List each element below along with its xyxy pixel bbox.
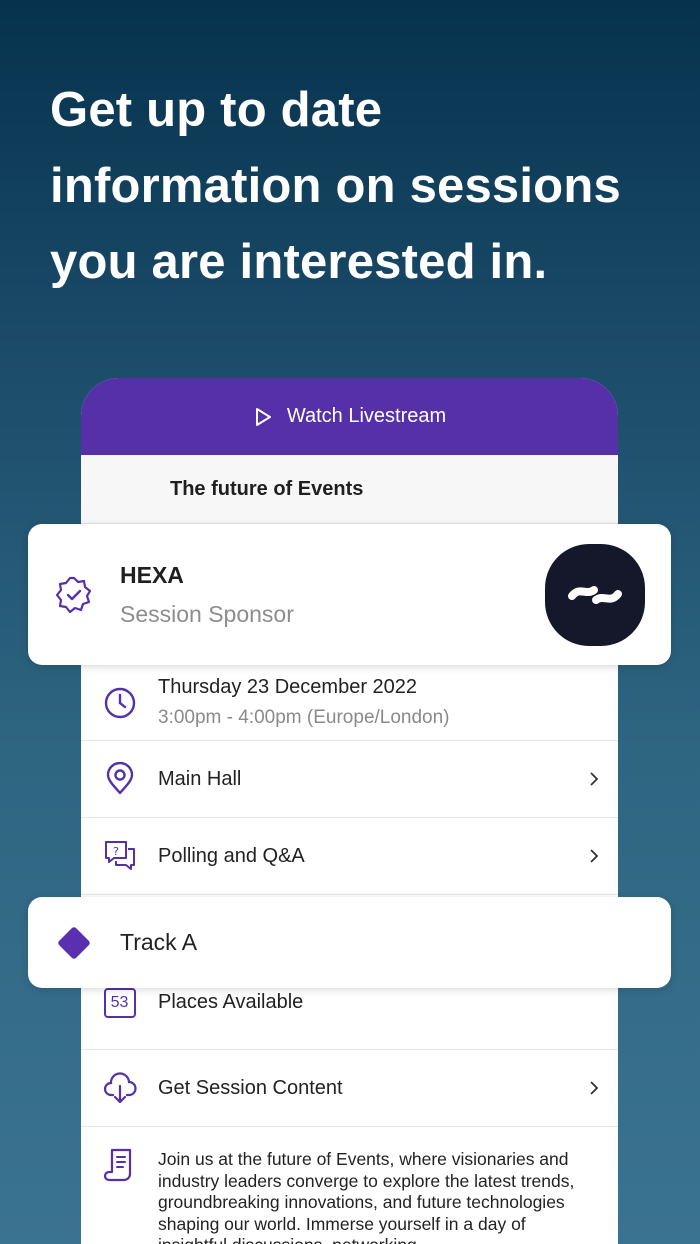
headline: Get up to date information on sessions y… bbox=[50, 72, 660, 300]
session-title: The future of Events bbox=[81, 455, 618, 524]
location-label: Main Hall bbox=[158, 767, 242, 790]
track-label: Track A bbox=[120, 929, 198, 955]
sponsor-role: Session Sponsor bbox=[120, 600, 294, 627]
play-icon bbox=[255, 407, 271, 426]
svg-text:?: ? bbox=[113, 845, 119, 858]
chat-question-icon: ? bbox=[104, 841, 135, 870]
clock-icon bbox=[104, 687, 135, 718]
session-content-label: Get Session Content bbox=[158, 1076, 343, 1099]
polling-label: Polling and Q&A bbox=[158, 844, 305, 867]
document-icon bbox=[103, 1148, 131, 1182]
verified-badge-icon bbox=[55, 576, 92, 613]
headline-line-2: information on sessions bbox=[50, 159, 621, 213]
session-date: Thursday 23 December 2022 bbox=[158, 676, 418, 698]
description-row: Join us at the future of Events, where v… bbox=[81, 1127, 618, 1244]
chevron-right-icon bbox=[590, 1081, 599, 1095]
track-card[interactable]: Track A bbox=[28, 897, 671, 988]
session-description: Join us at the future of Events, where v… bbox=[158, 1149, 575, 1244]
sponsor-logo bbox=[545, 544, 645, 646]
chevron-right-icon bbox=[590, 772, 599, 786]
headline-line-1: Get up to date bbox=[50, 83, 383, 137]
sponsor-card[interactable]: HEXA Session Sponsor bbox=[28, 524, 671, 665]
chevron-right-icon bbox=[590, 849, 599, 863]
session-content-row[interactable]: Get Session Content bbox=[81, 1050, 618, 1127]
watch-livestream-button[interactable]: Watch Livestream bbox=[81, 378, 618, 455]
polling-row[interactable]: ? Polling and Q&A bbox=[81, 818, 618, 895]
location-pin-icon bbox=[106, 762, 133, 795]
cloud-download-icon bbox=[103, 1072, 137, 1104]
hexa-logo-icon bbox=[568, 586, 622, 604]
location-row[interactable]: Main Hall bbox=[81, 741, 618, 818]
sponsor-name: HEXA bbox=[120, 561, 184, 588]
headline-line-3: you are interested in. bbox=[50, 235, 548, 289]
diamond-icon bbox=[57, 925, 91, 960]
places-label: Places Available bbox=[158, 991, 304, 1013]
date-time-row: Thursday 23 December 2022 3:00pm - 4:00p… bbox=[81, 665, 618, 741]
watch-livestream-label: Watch Livestream bbox=[286, 405, 447, 427]
session-time: 3:00pm - 4:00pm (Europe/London) bbox=[158, 707, 450, 728]
places-count-badge: 53 bbox=[103, 988, 136, 1018]
session-card: Watch Livestream The future of Events Th… bbox=[81, 378, 618, 1244]
